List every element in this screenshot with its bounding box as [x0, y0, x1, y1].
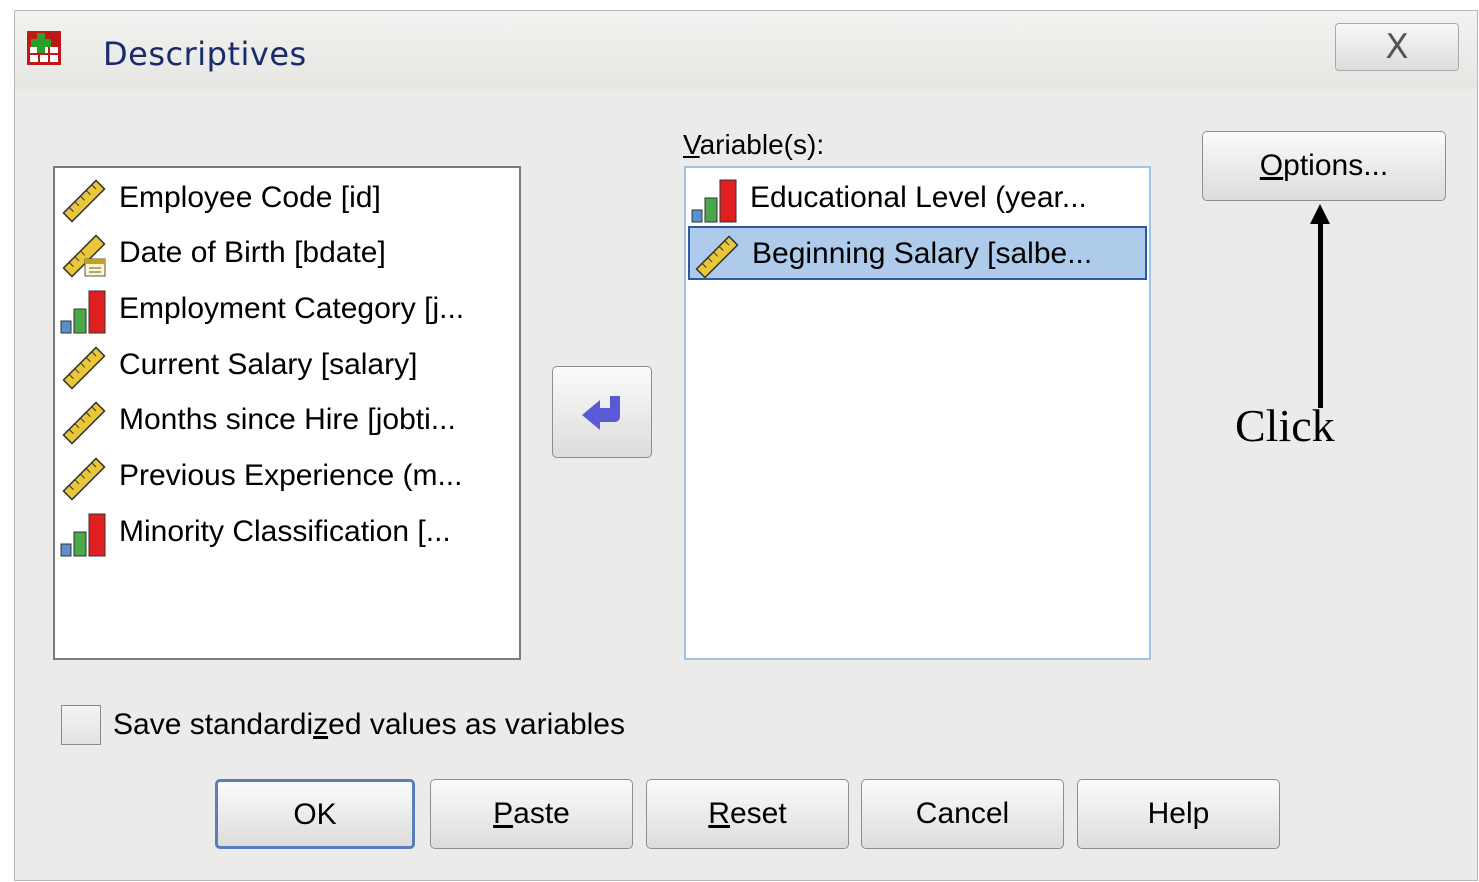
list-item-label: Beginning Salary [salbe...	[752, 237, 1093, 270]
cancel-button[interactable]: Cancel	[861, 779, 1064, 849]
reset-button[interactable]: Reset	[646, 779, 849, 849]
checkbox-label-part: ed values as variables	[328, 708, 625, 741]
list-item-label: Previous Experience (m...	[119, 459, 463, 492]
variables-label-text: ariable(s):	[699, 129, 825, 160]
date-ruler-icon	[62, 234, 106, 278]
list-item-label: Months since Hire [jobti...	[119, 403, 456, 436]
paste-label: aste	[513, 797, 570, 830]
scale-ruler-icon	[62, 457, 106, 501]
list-item-label: Employee Code [id]	[119, 181, 381, 214]
list-item[interactable]: Educational Level (year...	[688, 172, 1147, 226]
descriptives-dialog: Descriptives X Employee Code [id] Date o…	[14, 10, 1478, 881]
scale-ruler-icon	[62, 179, 106, 223]
close-button[interactable]: X	[1335, 23, 1459, 71]
annotation-arrow-line	[1318, 218, 1323, 408]
title-bar: Descriptives X	[15, 11, 1477, 89]
move-left-arrow-icon	[582, 396, 620, 430]
variables-label-accesskey: V	[683, 129, 700, 160]
list-item-selected[interactable]: Beginning Salary [salbe...	[688, 226, 1147, 280]
help-button[interactable]: Help	[1077, 779, 1280, 849]
list-item-label: Educational Level (year...	[750, 181, 1087, 214]
paste-accesskey: P	[493, 797, 514, 830]
checkbox-label-accesskey: z	[313, 708, 329, 741]
options-button[interactable]: Options...	[1202, 131, 1446, 201]
save-standardized-label[interactable]: Save standardized values as variables	[113, 708, 625, 742]
list-item[interactable]: Minority Classification [...	[57, 506, 517, 560]
app-icon	[27, 31, 61, 65]
list-item-label: Employment Category [j...	[119, 292, 465, 325]
nominal-bar-icon	[60, 290, 106, 334]
list-item[interactable]: Date of Birth [bdate]	[57, 227, 517, 281]
paste-button[interactable]: Paste	[430, 779, 633, 849]
nominal-bar-icon	[691, 179, 737, 223]
window-title: Descriptives	[103, 35, 307, 73]
variables-list[interactable]: Educational Level (year... Beginning Sal…	[684, 166, 1151, 660]
ok-button[interactable]: OK	[215, 779, 415, 849]
list-item-label: Date of Birth [bdate]	[119, 236, 386, 269]
move-variable-button[interactable]	[552, 366, 652, 458]
checkbox-label-part: Save standardi	[113, 708, 314, 741]
close-icon: X	[1385, 27, 1409, 67]
scale-ruler-icon	[62, 401, 106, 445]
nominal-bar-icon	[60, 513, 106, 557]
list-item[interactable]: Current Salary [salary]	[57, 339, 517, 393]
list-item[interactable]: Employee Code [id]	[57, 172, 517, 226]
scale-ruler-icon	[695, 235, 739, 278]
source-variable-list[interactable]: Employee Code [id] Date of Birth [bdate]…	[53, 166, 521, 660]
reset-label: eset	[729, 797, 787, 830]
reset-accesskey: R	[708, 797, 730, 830]
save-standardized-checkbox[interactable]	[61, 705, 101, 745]
list-item[interactable]: Months since Hire [jobti...	[57, 394, 517, 448]
options-accesskey: O	[1259, 149, 1284, 182]
scale-ruler-icon	[62, 346, 106, 390]
options-label: ptions...	[1283, 149, 1389, 182]
list-item-label: Current Salary [salary]	[119, 348, 418, 381]
list-item[interactable]: Previous Experience (m...	[57, 450, 517, 504]
click-annotation: Click	[1235, 400, 1335, 451]
list-item[interactable]: Employment Category [j...	[57, 283, 517, 337]
list-item-label: Minority Classification [...	[119, 515, 451, 548]
variables-label: Variable(s):	[683, 129, 824, 161]
